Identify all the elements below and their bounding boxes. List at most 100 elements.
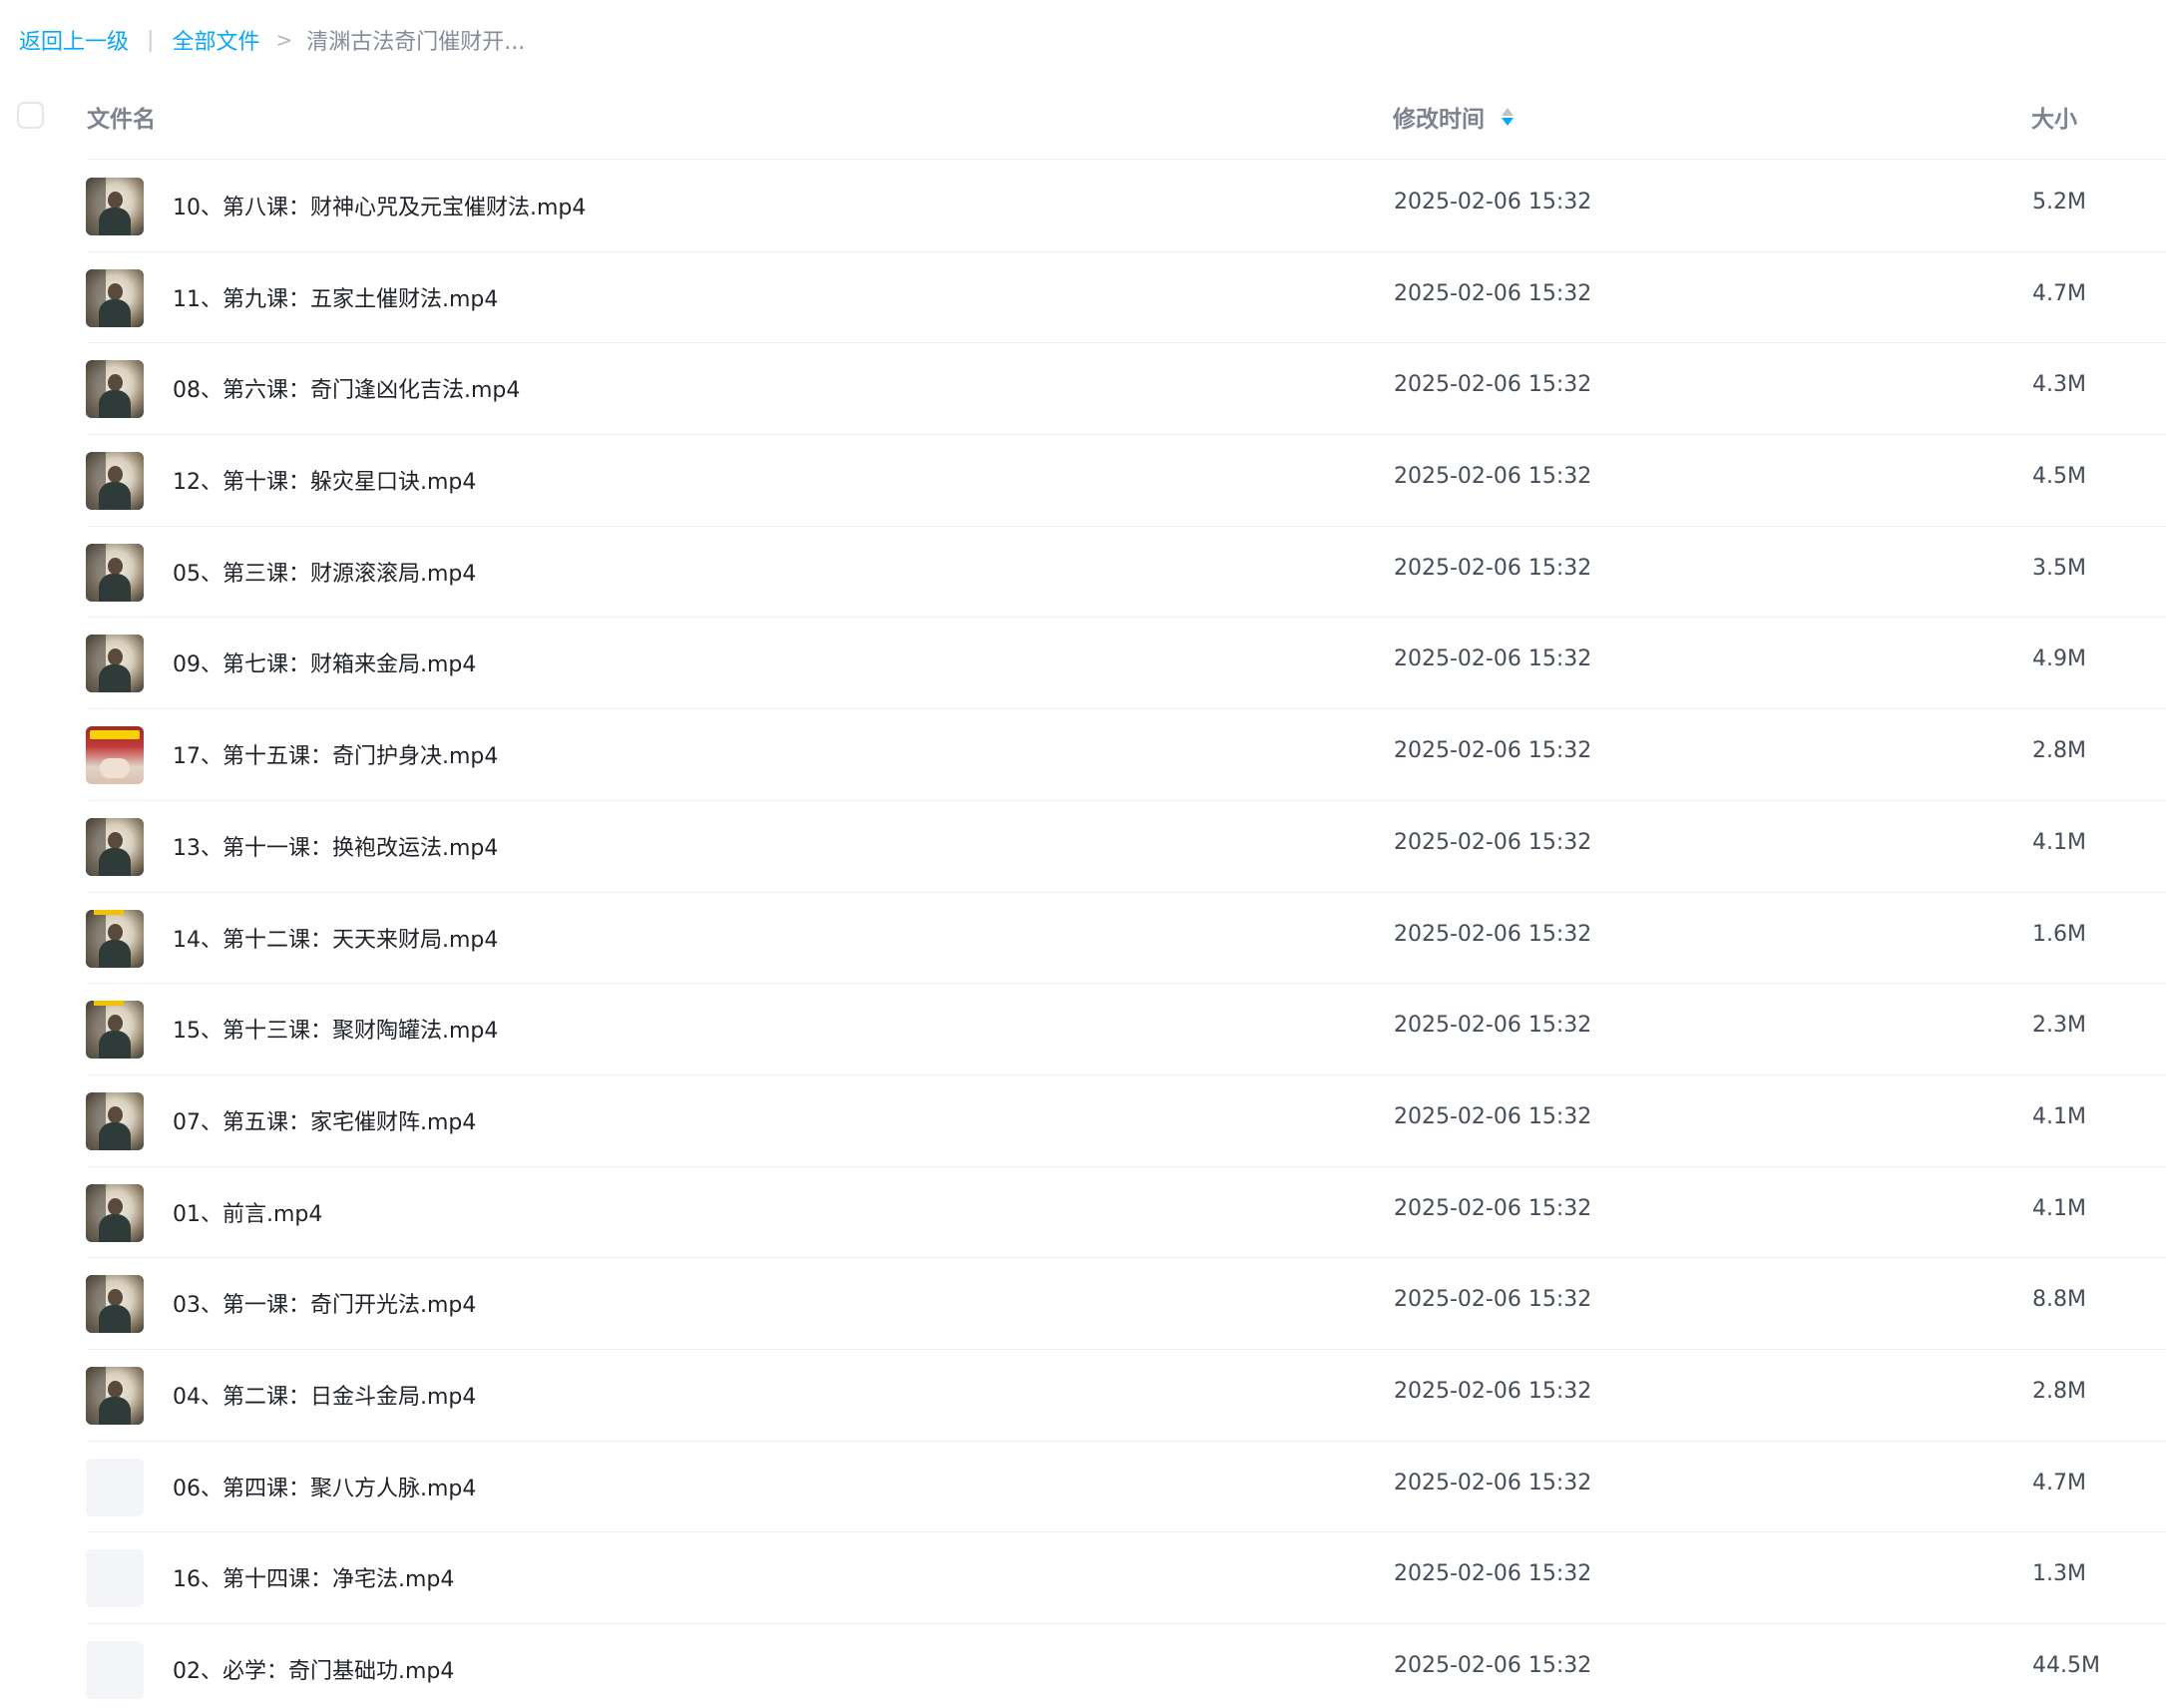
file-name[interactable]: 09、第七课：财箱来金局.mp4: [173, 646, 476, 678]
file-size: 4.3M: [2032, 372, 2086, 398]
file-row[interactable]: 02、必学：奇门基础功.mp4 2025-02-06 15:32 44.5M: [0, 1624, 2166, 1708]
file-name[interactable]: 01、前言.mp4: [173, 1196, 322, 1228]
file-name[interactable]: 08、第六课：奇门逢凶化吉法.mp4: [173, 372, 520, 404]
file-modified-time: 2025-02-06 15:32: [1394, 464, 1592, 490]
chevron-right-icon: >: [275, 28, 293, 52]
breadcrumb: 返回上一级 | 全部文件 > 清渊古法奇门催财开...: [19, 22, 525, 58]
file-name[interactable]: 05、第三课：财源滚滚局.mp4: [173, 556, 476, 588]
file-name[interactable]: 13、第十一课：换袍改运法.mp4: [173, 830, 498, 862]
breadcrumb-separator: |: [147, 27, 155, 53]
file-size: 4.1M: [2032, 1195, 2086, 1221]
column-header-modified[interactable]: 修改时间: [1393, 100, 1515, 134]
column-header-modified-label: 修改时间: [1393, 107, 1485, 133]
sort-descending-icon[interactable]: [1501, 106, 1515, 128]
video-thumbnail[interactable]: [86, 635, 144, 693]
file-size: 8.8M: [2032, 1287, 2086, 1313]
file-size: 5.2M: [2032, 190, 2086, 214]
file-name[interactable]: 10、第八课：财神心咒及元宝催财法.mp4: [173, 190, 586, 221]
video-thumbnail[interactable]: [86, 1183, 144, 1242]
video-thumbnail[interactable]: [86, 817, 144, 876]
video-thumbnail[interactable]: [86, 1275, 144, 1334]
back-link[interactable]: 返回上一级: [19, 24, 129, 56]
file-size: 1.6M: [2032, 921, 2086, 947]
thumbnail-placeholder[interactable]: [86, 1458, 144, 1516]
file-modified-time: 2025-02-06 15:32: [1394, 555, 1592, 581]
file-row[interactable]: 13、第十一课：换袍改运法.mp4 2025-02-06 15:32 4.1M: [0, 801, 2166, 893]
file-size: 2.8M: [2032, 1378, 2086, 1404]
file-browser-page: 返回上一级 | 全部文件 > 清渊古法奇门催财开... 文件名 修改时间 大小 …: [0, 0, 2166, 1708]
file-modified-time: 2025-02-06 15:32: [1394, 1653, 1592, 1678]
file-size: 4.9M: [2032, 646, 2086, 672]
column-header-size[interactable]: 大小: [2031, 100, 2077, 134]
file-modified-time: 2025-02-06 15:32: [1394, 1103, 1592, 1129]
file-name[interactable]: 02、必学：奇门基础功.mp4: [173, 1653, 454, 1685]
file-row[interactable]: 10、第八课：财神心咒及元宝催财法.mp4 2025-02-06 15:32 5.2…: [0, 161, 2166, 252]
video-thumbnail[interactable]: [86, 268, 144, 327]
video-thumbnail[interactable]: [86, 360, 144, 419]
file-modified-time: 2025-02-06 15:32: [1394, 1195, 1592, 1221]
video-thumbnail[interactable]: [86, 909, 144, 968]
video-thumbnail[interactable]: [86, 543, 144, 602]
thumbnail-placeholder[interactable]: [86, 1549, 144, 1608]
video-thumbnail[interactable]: [86, 1001, 144, 1060]
column-header-size-label: 大小: [2031, 107, 2077, 133]
file-size: 4.5M: [2032, 464, 2086, 490]
column-header-name[interactable]: 文件名: [87, 100, 156, 134]
file-size: 2.3M: [2032, 1013, 2086, 1039]
file-modified-time: 2025-02-06 15:32: [1394, 1013, 1592, 1039]
file-modified-time: 2025-02-06 15:32: [1394, 372, 1592, 398]
file-size: 4.7M: [2032, 280, 2086, 306]
video-thumbnail[interactable]: [86, 726, 144, 785]
file-row[interactable]: 12、第十课：躲灾星口诀.mp4 2025-02-06 15:32 4.5M: [0, 435, 2166, 527]
breadcrumb-all-files[interactable]: 全部文件: [172, 24, 259, 56]
file-row[interactable]: 16、第十四课：净宅法.mp4 2025-02-06 15:32 1.3M: [0, 1532, 2166, 1624]
file-name[interactable]: 07、第五课：家宅催财阵.mp4: [173, 1104, 476, 1136]
file-modified-time: 2025-02-06 15:32: [1394, 280, 1592, 306]
file-size: 2.8M: [2032, 738, 2086, 764]
video-thumbnail[interactable]: [86, 452, 144, 511]
file-modified-time: 2025-02-06 15:32: [1394, 829, 1592, 855]
file-row[interactable]: 01、前言.mp4 2025-02-06 15:32 4.1M: [0, 1167, 2166, 1259]
file-name[interactable]: 15、第十三课：聚财陶罐法.mp4: [173, 1013, 498, 1045]
file-row[interactable]: 14、第十二课：天天来财局.mp4 2025-02-06 15:32 1.6M: [0, 893, 2166, 985]
file-row[interactable]: 17、第十五课：奇门护身决.mp4 2025-02-06 15:32 2.8M: [0, 709, 2166, 801]
file-row[interactable]: 08、第六课：奇门逢凶化吉法.mp4 2025-02-06 15:32 4.3M: [0, 343, 2166, 435]
file-modified-time: 2025-02-06 15:32: [1394, 1287, 1592, 1313]
file-row[interactable]: 06、第四课：聚八方人脉.mp4 2025-02-06 15:32 4.7M: [0, 1442, 2166, 1533]
file-modified-time: 2025-02-06 15:32: [1394, 646, 1592, 672]
video-thumbnail[interactable]: [86, 1366, 144, 1425]
thumbnail-placeholder[interactable]: [86, 1641, 144, 1699]
file-size: 4.1M: [2032, 1103, 2086, 1129]
file-modified-time: 2025-02-06 15:32: [1394, 738, 1592, 764]
file-modified-time: 2025-02-06 15:32: [1394, 1561, 1592, 1587]
file-row[interactable]: 11、第九课：五家土催财法.mp4 2025-02-06 15:32 4.7M: [0, 252, 2166, 344]
file-size: 4.1M: [2032, 829, 2086, 855]
file-size: 44.5M: [2032, 1653, 2100, 1678]
file-row[interactable]: 15、第十三课：聚财陶罐法.mp4 2025-02-06 15:32 2.3M: [0, 984, 2166, 1075]
file-row[interactable]: 03、第一课：奇门开光法.mp4 2025-02-06 15:32 8.8M: [0, 1258, 2166, 1350]
file-name[interactable]: 03、第一课：奇门开光法.mp4: [173, 1287, 476, 1319]
file-name[interactable]: 14、第十二课：天天来财局.mp4: [173, 922, 498, 954]
file-row[interactable]: 07、第五课：家宅催财阵.mp4 2025-02-06 15:32 4.1M: [0, 1075, 2166, 1167]
file-size: 1.3M: [2032, 1561, 2086, 1587]
file-list: 10、第八课：财神心咒及元宝催财法.mp4 2025-02-06 15:32 5.2…: [0, 161, 2166, 1708]
file-name[interactable]: 12、第十课：躲灾星口诀.mp4: [173, 464, 476, 496]
header-divider: [87, 159, 2166, 160]
column-header-name-label: 文件名: [87, 107, 156, 133]
file-row[interactable]: 04、第二课：日金斗金局.mp4 2025-02-06 15:32 2.8M: [0, 1350, 2166, 1442]
file-name[interactable]: 16、第十四课：净宅法.mp4: [173, 1561, 454, 1593]
file-row[interactable]: 09、第七课：财箱来金局.mp4 2025-02-06 15:32 4.9M: [0, 618, 2166, 709]
file-size: 4.7M: [2032, 1470, 2086, 1495]
file-name[interactable]: 11、第九课：五家土催财法.mp4: [173, 281, 498, 313]
file-name[interactable]: 17、第十五课：奇门护身决.mp4: [173, 738, 498, 770]
file-name[interactable]: 06、第四课：聚八方人脉.mp4: [173, 1471, 476, 1502]
video-thumbnail[interactable]: [86, 1091, 144, 1150]
file-name[interactable]: 04、第二课：日金斗金局.mp4: [173, 1379, 476, 1411]
file-modified-time: 2025-02-06 15:32: [1394, 1378, 1592, 1404]
select-all-checkbox[interactable]: [17, 102, 44, 129]
file-row[interactable]: 05、第三课：财源滚滚局.mp4 2025-02-06 15:32 3.5M: [0, 527, 2166, 619]
breadcrumb-current-folder: 清渊古法奇门催财开...: [306, 30, 526, 55]
file-modified-time: 2025-02-06 15:32: [1394, 1470, 1592, 1495]
video-thumbnail[interactable]: [86, 178, 144, 235]
file-modified-time: 2025-02-06 15:32: [1394, 921, 1592, 947]
